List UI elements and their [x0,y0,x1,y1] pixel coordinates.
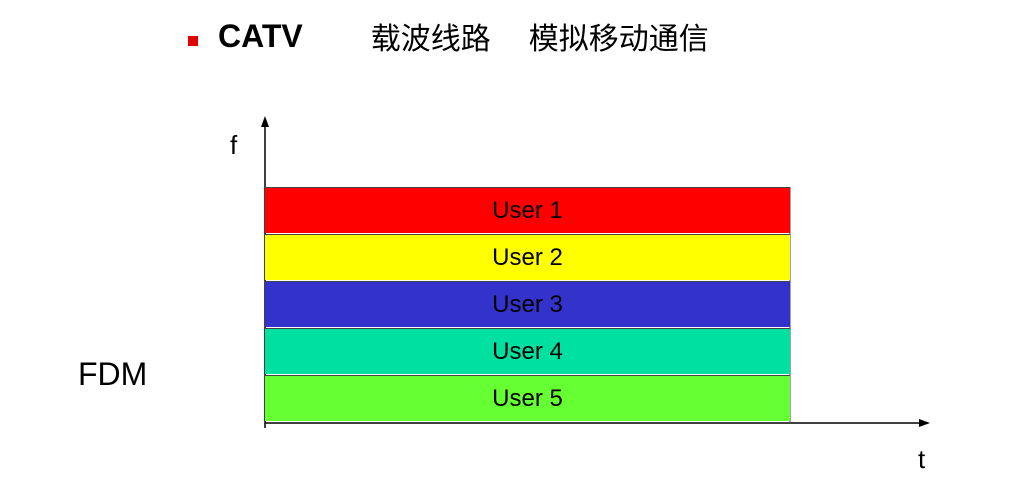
band-label: User 2 [492,243,563,271]
x-axis-label: t [918,444,926,474]
band-user-1: User 1 [265,187,790,233]
band-user-2: User 2 [265,234,790,280]
band-user-5: User 5 [265,375,790,421]
x-axis-arrow-icon [919,419,930,427]
y-axis-arrow-icon [261,116,269,127]
band-label: User 1 [492,196,563,224]
band-user-3: User 3 [265,281,790,327]
band-label: User 5 [492,384,563,412]
band-user-4: User 4 [265,328,790,374]
y-axis-label: f [230,130,238,160]
fdm-label: FDM [78,356,148,392]
band-label: User 3 [492,290,563,318]
band-label: User 4 [492,337,563,365]
